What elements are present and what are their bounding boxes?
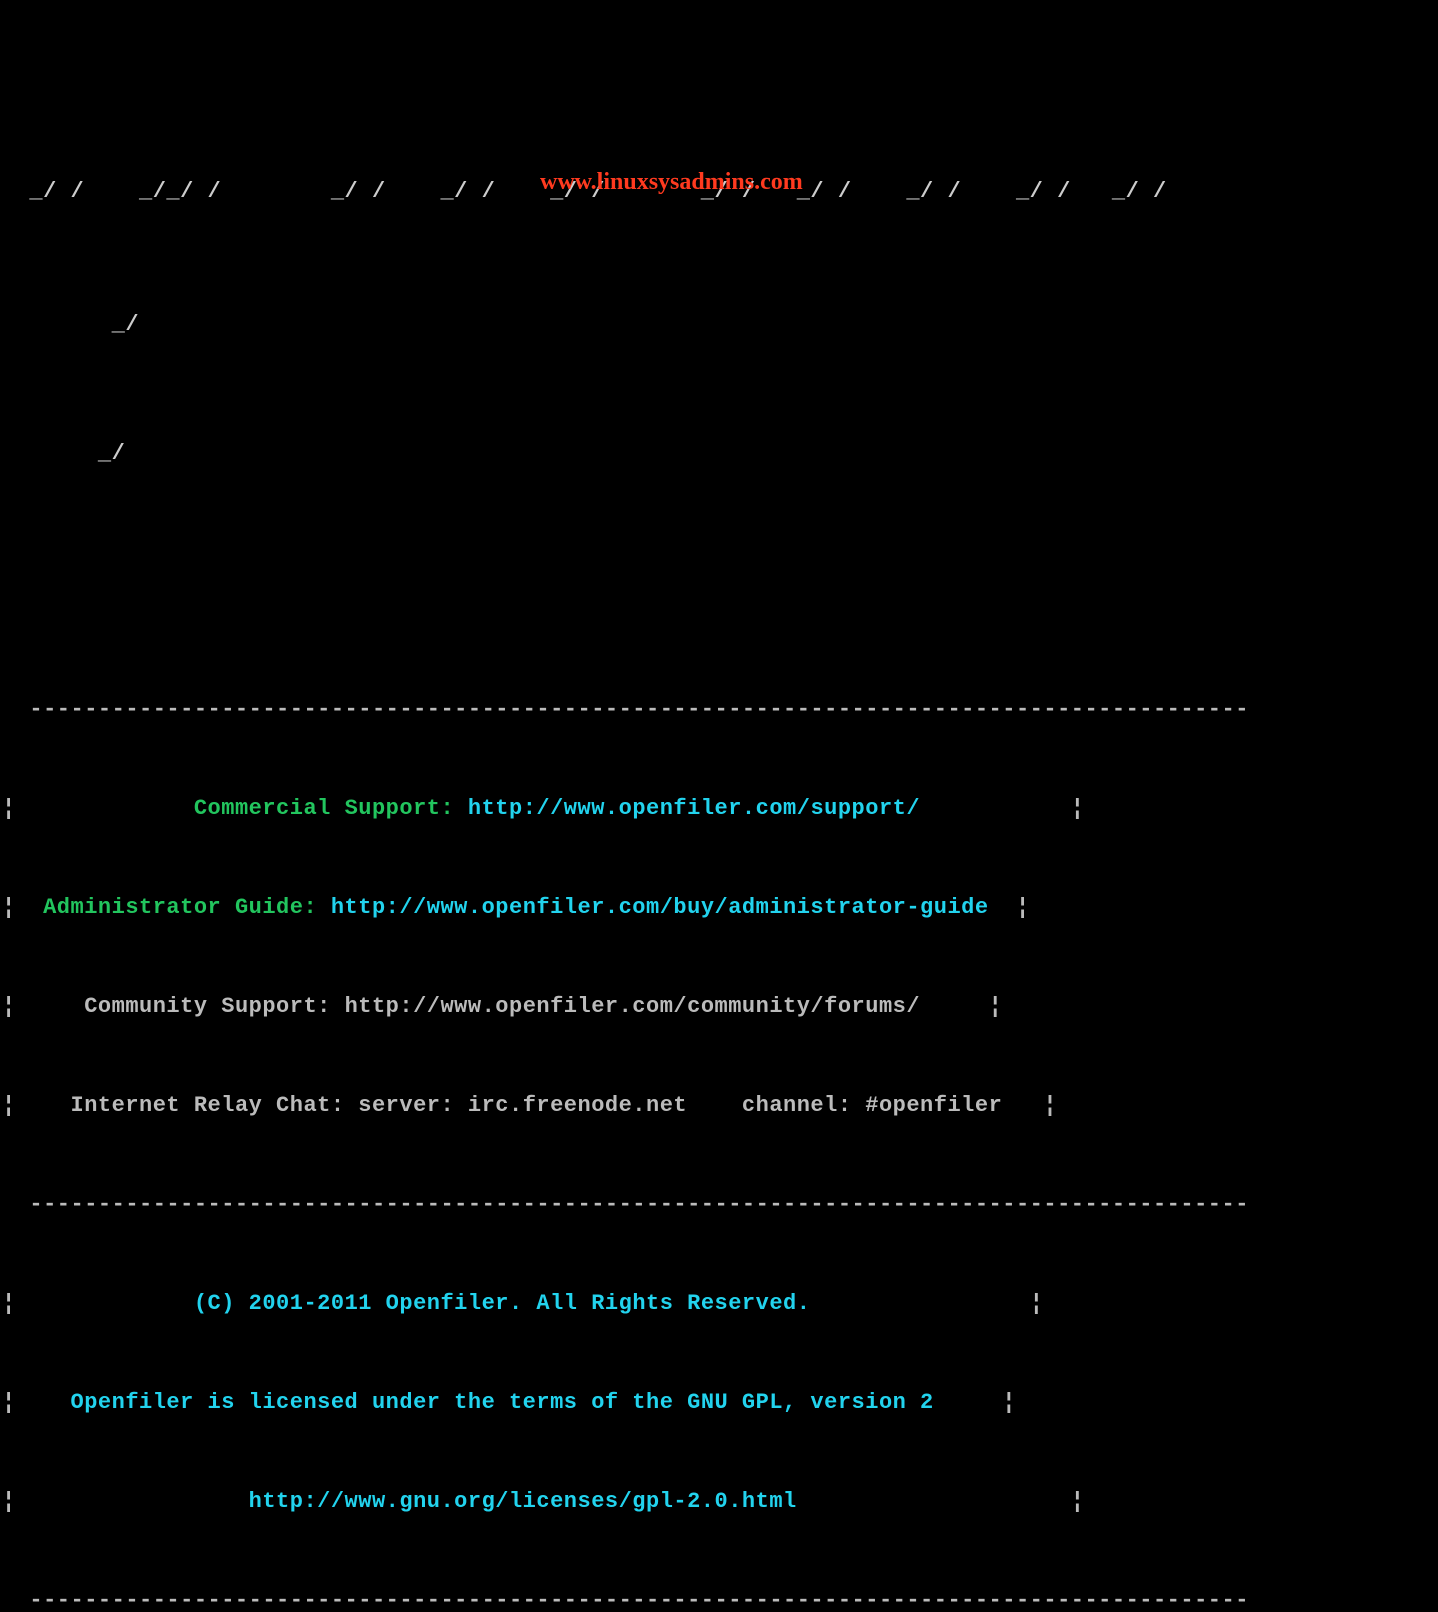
license-terms-row: ¦ Openfiler is licensed under the terms …	[2, 1386, 1438, 1419]
irc-value: server: irc.freenode.net channel: #openf…	[358, 1093, 1002, 1118]
copyright-row: ¦ (C) 2001-2011 Openfiler. All Rights Re…	[2, 1287, 1438, 1320]
divider: ----------------------------------------…	[2, 1584, 1438, 1612]
ascii-art-line: _/	[2, 308, 1438, 341]
irc-row: ¦ Internet Relay Chat: server: irc.freen…	[2, 1089, 1438, 1122]
copyright-text: (C) 2001-2011 Openfiler. All Rights Rese…	[194, 1291, 811, 1316]
irc-label: Internet Relay Chat:	[71, 1093, 345, 1118]
license-url-text: http://www.gnu.org/licenses/gpl-2.0.html	[249, 1489, 797, 1514]
divider: ----------------------------------------…	[2, 693, 1438, 726]
admin-guide-url: http://www.openfiler.com/buy/administrat…	[331, 895, 989, 920]
ascii-art-line: _/	[2, 437, 1438, 470]
commercial-support-url: http://www.openfiler.com/support/	[468, 796, 920, 821]
license-url-row: ¦ http://www.gnu.org/licenses/gpl-2.0.ht…	[2, 1485, 1438, 1518]
community-support-label: Community Support:	[84, 994, 331, 1019]
admin-guide-label: Administrator Guide:	[43, 895, 317, 920]
divider: ----------------------------------------…	[2, 1188, 1438, 1221]
watermark-text: www.linuxsysadmins.com	[540, 164, 803, 200]
commercial-support-label: Commercial Support:	[194, 796, 454, 821]
community-support-row: ¦ Community Support: http://www.openfile…	[2, 990, 1438, 1023]
license-terms-text: Openfiler is licensed under the terms of…	[71, 1390, 934, 1415]
community-support-url: http://www.openfiler.com/community/forum…	[345, 994, 921, 1019]
admin-guide-row: ¦ Administrator Guide: http://www.openfi…	[2, 891, 1438, 924]
commercial-support-row: ¦ Commercial Support: http://www.openfil…	[2, 792, 1438, 825]
